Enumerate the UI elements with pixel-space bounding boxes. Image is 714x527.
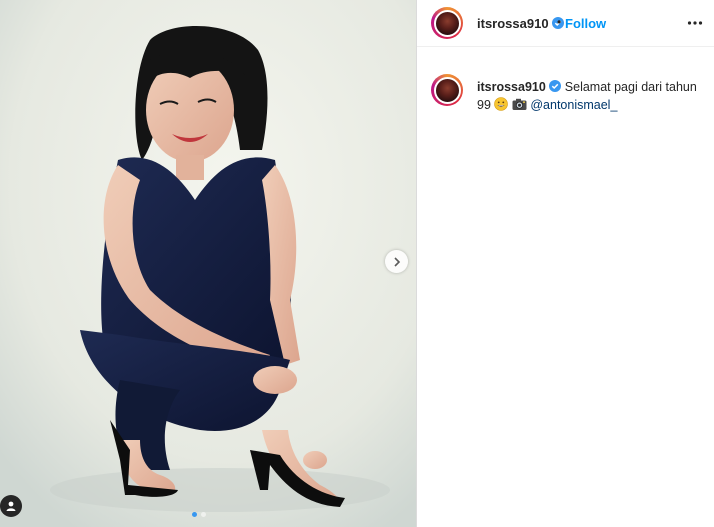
user-tag-button[interactable] bbox=[0, 495, 22, 517]
avatar[interactable] bbox=[431, 7, 463, 39]
next-photo-button[interactable] bbox=[385, 250, 408, 273]
header-separator: • bbox=[557, 15, 562, 29]
carousel-dot-active bbox=[192, 512, 197, 517]
caption-avatar[interactable] bbox=[431, 74, 463, 106]
follow-button[interactable]: Follow bbox=[565, 16, 606, 31]
post-photo[interactable] bbox=[0, 0, 416, 527]
carousel-dot bbox=[201, 512, 206, 517]
header-username[interactable]: itsrossa910 bbox=[477, 16, 565, 31]
photo-of-woman-icon bbox=[0, 0, 416, 527]
chevron-right-icon bbox=[393, 256, 400, 267]
carousel-indicator bbox=[192, 512, 206, 517]
username-text[interactable]: itsrossa910 bbox=[477, 16, 549, 31]
user-tag-icon bbox=[6, 501, 16, 511]
avatar-image bbox=[433, 76, 461, 104]
more-options-icon[interactable] bbox=[687, 16, 703, 30]
avatar-image bbox=[433, 9, 461, 37]
post-header: itsrossa910 • Follow bbox=[417, 0, 714, 47]
caption-username[interactable]: itsrossa910 bbox=[477, 80, 546, 94]
caption-mention-link[interactable]: @antonismael_ bbox=[530, 98, 617, 112]
post-caption: itsrossa910 Selamat pagi dari tahun 99 @… bbox=[477, 78, 707, 114]
post-sidebar: itsrossa910 • Follow itsrossa910 Selamat… bbox=[417, 0, 714, 527]
verified-badge-icon bbox=[549, 80, 562, 92]
grinning-face-icon bbox=[494, 97, 509, 111]
camera-icon bbox=[512, 98, 527, 110]
